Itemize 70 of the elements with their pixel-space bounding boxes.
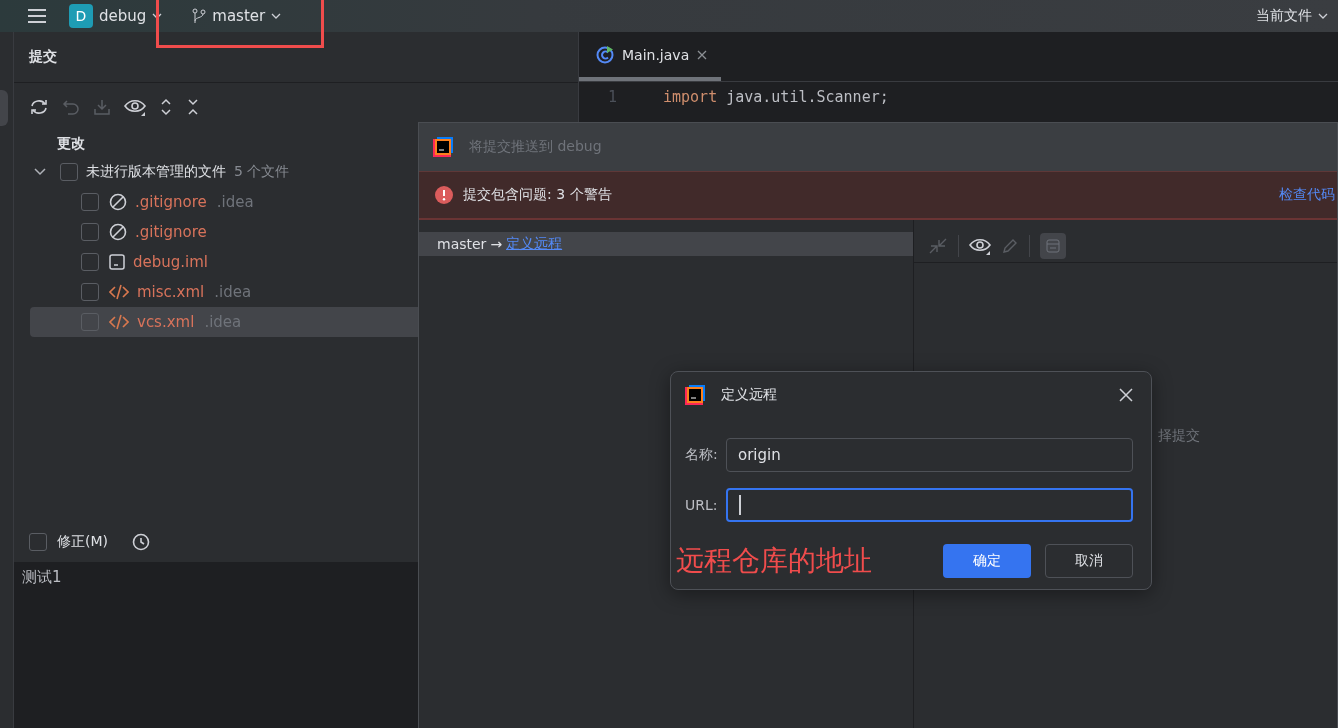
checkbox[interactable] bbox=[81, 223, 99, 241]
refresh-icon[interactable] bbox=[29, 98, 49, 116]
checkbox[interactable] bbox=[81, 253, 99, 271]
scope-selector[interactable]: 当前文件 bbox=[1256, 7, 1312, 25]
checkbox[interactable] bbox=[81, 193, 99, 211]
close-icon[interactable] bbox=[697, 49, 708, 60]
cancel-button[interactable]: 取消 bbox=[1045, 544, 1133, 578]
eye-icon[interactable] bbox=[969, 237, 991, 255]
project-badge: D bbox=[69, 4, 93, 28]
project-name[interactable]: debug bbox=[99, 7, 147, 25]
checkbox[interactable] bbox=[81, 283, 99, 301]
menu-icon[interactable] bbox=[27, 8, 47, 24]
expand-icon[interactable] bbox=[159, 98, 173, 116]
branch-name[interactable]: master bbox=[212, 7, 266, 25]
branch-row[interactable]: master → 定义远程 bbox=[419, 232, 913, 256]
caret-icon[interactable] bbox=[1318, 13, 1328, 19]
undo-icon[interactable] bbox=[62, 98, 80, 116]
code-token: import bbox=[663, 88, 718, 106]
java-class-icon bbox=[596, 45, 614, 64]
file-name: debug.iml bbox=[133, 253, 208, 271]
input-field[interactable]: origin bbox=[726, 438, 1133, 472]
group-name: 未进行版本管理的文件 bbox=[86, 163, 226, 181]
pencil-icon[interactable] bbox=[1001, 237, 1019, 255]
checkbox[interactable] bbox=[29, 533, 47, 551]
editor-tab[interactable]: Main.java bbox=[579, 32, 722, 81]
review-code-link[interactable]: 检查代码 bbox=[1279, 186, 1335, 204]
eye-icon[interactable] bbox=[124, 98, 146, 116]
file-row[interactable]: misc.xml .idea bbox=[30, 277, 578, 307]
clock-icon[interactable] bbox=[132, 533, 150, 551]
error-icon bbox=[435, 186, 453, 204]
ignore-file-icon bbox=[109, 193, 127, 211]
dialog-title: 定义远程 bbox=[721, 386, 777, 404]
branch-name: master bbox=[437, 236, 487, 252]
file-count: 5 个文件 bbox=[234, 163, 290, 181]
chevron-icon[interactable] bbox=[34, 168, 46, 176]
code-token: java.util.Scanner; bbox=[726, 88, 889, 106]
panel-title: 提交 bbox=[29, 48, 57, 66]
panel-icon bbox=[1045, 238, 1061, 254]
input-field[interactable] bbox=[726, 488, 1133, 522]
ok-button[interactable]: 确定 bbox=[943, 544, 1031, 578]
ignore-file-icon bbox=[109, 223, 127, 241]
file-name: vcs.xml bbox=[137, 313, 195, 331]
panel-toggle-button[interactable] bbox=[1040, 233, 1066, 259]
amend-label[interactable]: 修正(M) bbox=[57, 533, 108, 551]
file-name: misc.xml bbox=[137, 283, 205, 301]
collapse-arrows-icon[interactable] bbox=[928, 237, 948, 255]
field-label: URL: bbox=[685, 497, 719, 513]
collapse-icon[interactable] bbox=[186, 98, 200, 116]
group-label: 更改 bbox=[57, 135, 85, 153]
file-folder: .idea bbox=[216, 193, 254, 211]
xml-file-icon bbox=[109, 314, 129, 330]
file-folder: .idea bbox=[214, 283, 252, 301]
caret-icon[interactable] bbox=[271, 13, 282, 19]
app-logo-icon bbox=[685, 385, 705, 405]
module-file-icon bbox=[109, 254, 125, 270]
annotation-text: 远程仓库的地址 bbox=[676, 543, 872, 579]
branch-icon bbox=[192, 8, 207, 24]
download-icon[interactable] bbox=[93, 98, 111, 116]
file-name: .gitignore bbox=[135, 193, 207, 211]
empty-hint: 择提交 bbox=[1158, 427, 1200, 443]
checkbox[interactable] bbox=[60, 163, 78, 181]
field-label: 名称: bbox=[685, 446, 719, 464]
xml-file-icon bbox=[109, 284, 129, 300]
caret-icon[interactable] bbox=[152, 13, 163, 19]
close-icon[interactable] bbox=[1119, 388, 1133, 402]
app-logo-icon bbox=[433, 137, 453, 157]
arrow-glyph: → bbox=[490, 236, 503, 252]
checkbox[interactable] bbox=[81, 313, 99, 331]
file-name: .gitignore bbox=[135, 223, 207, 241]
warning-message: 提交包含问题: 3 个警告 bbox=[463, 186, 612, 204]
